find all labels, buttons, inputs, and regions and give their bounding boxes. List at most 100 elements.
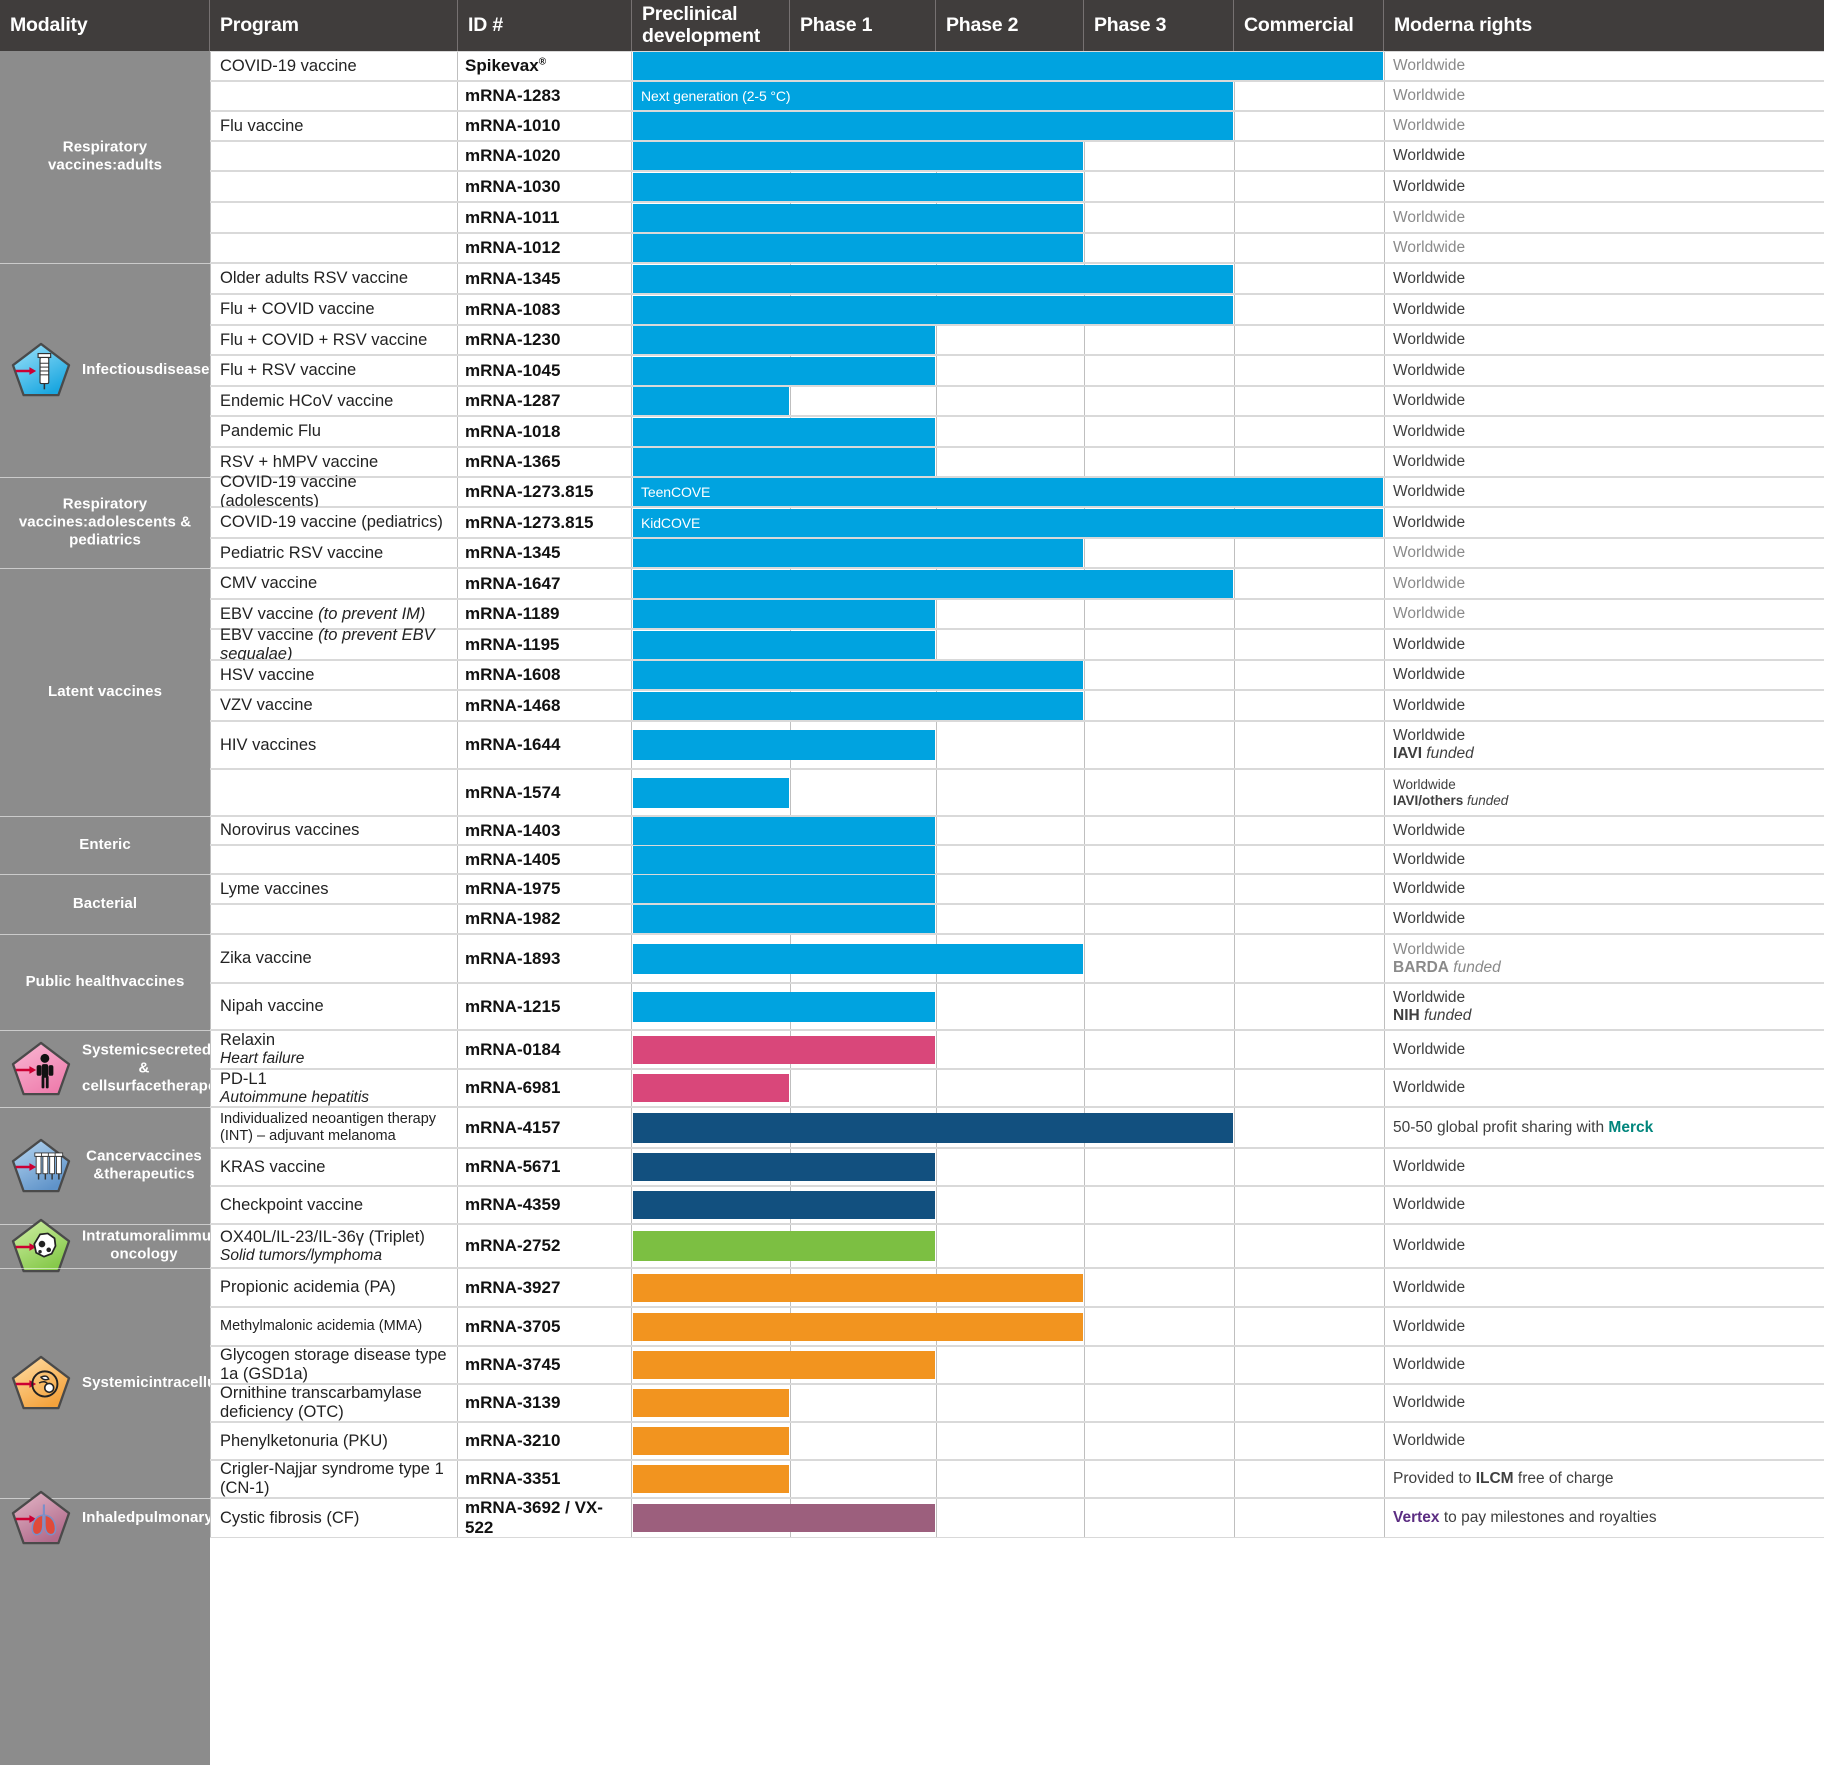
- moderna-rights-cell: Worldwide: [1384, 203, 1824, 232]
- program-cell: [210, 142, 458, 170]
- rights-text: Vertex to pay milestones and royalties: [1393, 1509, 1657, 1527]
- stage-gridline: [1084, 1461, 1085, 1497]
- stage-gridline: [1234, 203, 1235, 232]
- stage-gridline: [1084, 691, 1085, 720]
- progress-bar-phase3: Next generation (2-5 °C): [633, 82, 1233, 110]
- modality-group-divider: [0, 816, 210, 817]
- stage-track: [632, 1269, 1384, 1306]
- program-id-cell: mRNA-1403: [458, 817, 632, 844]
- progress-bar-phase2: [633, 234, 1083, 262]
- rights-text: Worldwide: [1393, 239, 1466, 257]
- moderna-rights-cell: Worldwide: [1384, 1149, 1824, 1185]
- stage-gridline: [1234, 600, 1235, 628]
- progress-bar-phase1: [633, 448, 935, 476]
- program-cell: Norovirus vaccines: [210, 817, 458, 844]
- stage-gridline: [1084, 234, 1085, 262]
- stage-track: [632, 816, 1384, 845]
- moderna-rights-cell: Worldwide IAVI/others funded: [1384, 770, 1824, 815]
- moderna-rights-cell: Worldwide: [1384, 1308, 1824, 1345]
- pipeline-row: Ornithine transcarbamylase deficiency (O…: [210, 1384, 1824, 1422]
- program-cell: Lyme vaccines: [210, 875, 458, 903]
- stage-track: [632, 1461, 1384, 1497]
- progress-bar-phase1: [633, 730, 935, 760]
- rights-text: Worldwide: [1393, 453, 1466, 471]
- pipeline-row: VZV vaccine mRNA-1468 Worldwide: [210, 690, 1824, 721]
- modality-label-latent-vaccines: Latent vaccines: [47, 682, 163, 700]
- program-id: mRNA-1405: [465, 849, 561, 869]
- moderna-rights-cell: Vertex to pay milestones and royalties: [1384, 1499, 1824, 1537]
- program-id: mRNA-5671: [465, 1157, 561, 1176]
- program-cell: [210, 905, 458, 933]
- stage-gridline: [936, 722, 937, 768]
- program-id: mRNA-1893: [465, 948, 561, 968]
- rights-text: Worldwide: [1393, 776, 1456, 792]
- stage-gridline: [1234, 1308, 1235, 1345]
- progress-bar-label: KidCOVE: [641, 514, 701, 531]
- stage-gridline: [1234, 1347, 1235, 1383]
- program-cell: COVID-19 vaccine (pediatrics): [210, 508, 458, 537]
- program-name: HIV vaccines: [220, 735, 317, 754]
- modality-label-respiratory-vaccines-adults: Respiratory vaccines:adults: [47, 138, 163, 174]
- stage-gridline: [1234, 817, 1235, 844]
- progress-bar-commercial: TeenCOVE: [633, 478, 1383, 506]
- progress-bar-phase2: [633, 1312, 1083, 1341]
- program-cell: [210, 770, 458, 815]
- pipeline-row: HSV vaccine mRNA-1608 Worldwide: [210, 660, 1824, 690]
- stage-track: [632, 1308, 1384, 1345]
- moderna-rights-cell: Worldwide: [1384, 905, 1824, 933]
- program-name: Crigler-Najjar syndrome type 1 (CN-1): [220, 1460, 444, 1497]
- stage-gridline: [1084, 935, 1085, 982]
- rights-text: Worldwide: [1393, 1040, 1466, 1058]
- progress-bar-preclinical: [633, 777, 789, 808]
- program-cell: Phenylketonuria (PKU): [210, 1423, 458, 1459]
- pipeline-row: Glycogen storage disease type 1a (GSD1a)…: [210, 1346, 1824, 1384]
- program-id-cell: mRNA-1365: [458, 448, 632, 476]
- program-indication: Solid tumors/lymphoma: [220, 1246, 382, 1264]
- program-id: mRNA-2752: [465, 1236, 561, 1255]
- header-modality: Modality: [0, 0, 210, 51]
- progress-bar-phase1: [633, 845, 935, 874]
- program-id-cell: mRNA-3351: [458, 1461, 632, 1497]
- moderna-rights-cell: Worldwide: [1384, 82, 1824, 110]
- program-id: mRNA-1574: [465, 782, 561, 802]
- modality-group-divider: [0, 568, 210, 569]
- program-name: Cystic fibrosis (CF): [220, 1508, 360, 1527]
- rights-text: Worldwide: [1393, 177, 1466, 195]
- program-cell: EBV vaccine (to prevent IM): [210, 600, 458, 628]
- stage-track: [632, 295, 1384, 324]
- moderna-rights-cell: Worldwide: [1384, 1187, 1824, 1223]
- stage-track: [632, 630, 1384, 659]
- pipeline-row: Flu + COVID vaccine mRNA-1083 Worldwide: [210, 294, 1824, 325]
- program-name: Checkpoint vaccine: [220, 1195, 364, 1214]
- modality-group-divider: [0, 477, 210, 478]
- program-id-cell: mRNA-1273.815: [458, 508, 632, 537]
- program-name: Flu vaccine: [220, 116, 304, 135]
- stage-gridline: [790, 770, 791, 815]
- stage-track: KidCOVE: [632, 508, 1384, 537]
- progress-bar-phase2: [633, 203, 1083, 232]
- program-id: mRNA-3745: [465, 1355, 561, 1374]
- modality-group-divider: [0, 1268, 210, 1269]
- program-name: Pediatric RSV vaccine: [220, 543, 384, 562]
- stage-gridline: [1234, 630, 1235, 659]
- stage-track: [632, 326, 1384, 354]
- syringes-pentagon-icon: [10, 1137, 72, 1195]
- program-name: Flu + RSV vaccine: [220, 361, 357, 380]
- stage-track: [632, 875, 1384, 903]
- stage-track: [632, 417, 1384, 446]
- program-id-cell: mRNA-4157: [458, 1108, 632, 1147]
- moderna-rights-cell: Worldwide: [1384, 264, 1824, 293]
- program-id-cell: mRNA-1230: [458, 326, 632, 354]
- progress-bar-phase1: [633, 1191, 935, 1219]
- person-pentagon-icon: [10, 1040, 72, 1098]
- progress-bar-preclinical: [633, 1074, 789, 1102]
- progress-bar-phase1: [633, 600, 935, 628]
- stage-gridline: [936, 600, 937, 628]
- moderna-rights-cell: Worldwide: [1384, 1269, 1824, 1306]
- moderna-rights-cell: Worldwide: [1384, 142, 1824, 170]
- stage-gridline: [1234, 326, 1235, 354]
- rights-text: Worldwide: [1393, 117, 1466, 135]
- pipeline-row: mRNA-1405 Worldwide: [210, 845, 1824, 874]
- stage-track: TeenCOVE: [632, 478, 1384, 506]
- stage-gridline: [1084, 600, 1085, 628]
